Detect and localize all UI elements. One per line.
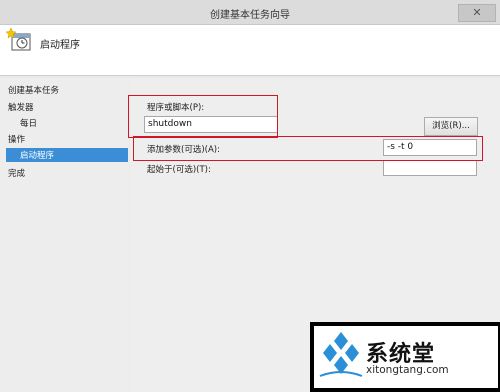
step-start-program: 启动程序: [20, 151, 55, 161]
program-highlight-box: [128, 95, 278, 138]
step-action[interactable]: 操作: [8, 133, 25, 145]
step-trigger[interactable]: 触发器: [8, 101, 34, 113]
task-wizard-icon: [6, 28, 31, 51]
watermark-url: xitongtang.com: [366, 364, 449, 376]
page-heading: 启动程序: [40, 40, 80, 51]
step-finish[interactable]: 完成: [8, 167, 25, 179]
close-icon: ✕: [472, 6, 482, 19]
step-daily[interactable]: 每日: [20, 117, 37, 129]
window-title: 创建基本任务向导: [210, 10, 290, 21]
start-in-input[interactable]: [383, 160, 477, 176]
step-create-basic-task[interactable]: 创建基本任务: [8, 84, 59, 96]
watermark-logo-icon: [319, 332, 363, 377]
start-in-label: 起始于(可选)(T):: [147, 165, 211, 175]
arguments-highlight-box: [133, 136, 483, 161]
close-button[interactable]: ✕: [458, 4, 496, 22]
browse-button[interactable]: 浏览(R)...: [424, 117, 478, 136]
